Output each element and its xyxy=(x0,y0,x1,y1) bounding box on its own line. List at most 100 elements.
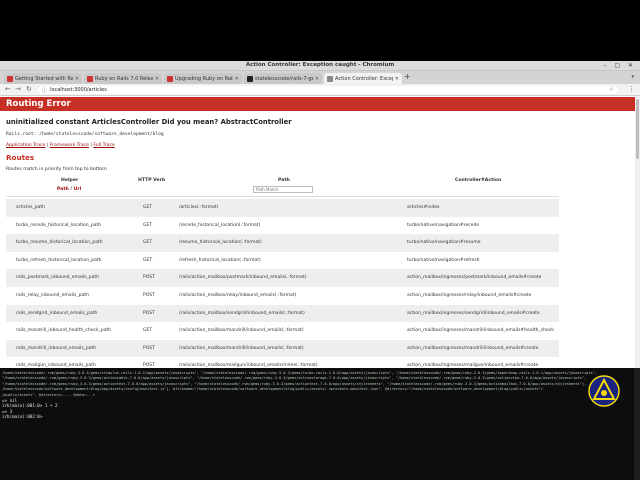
page-scrollbar[interactable] xyxy=(635,96,640,368)
route-action: action_mailbox/ingresses/mandrill/inboun… xyxy=(407,328,554,334)
tab-label: Ruby on Rails 7.0 Release xyxy=(95,75,153,82)
route-helper: articles_path xyxy=(16,205,45,210)
route-action: turbo/native/navigation#recede xyxy=(407,222,480,228)
framework-trace-link[interactable]: Framework Trace xyxy=(50,143,89,148)
column-header-helper: Helper xyxy=(61,178,79,183)
trace-links: Application Trace | Framework Trace | Fu… xyxy=(6,143,115,148)
route-action: articles#index xyxy=(407,205,440,210)
table-header: Helper HTTP Verb Path Controller#Action xyxy=(6,177,559,186)
route-helper: rails_postmark_inbound_emails_path xyxy=(16,275,100,281)
route-action: action_mailbox/ingresses/sendgrid/inboun… xyxy=(407,310,540,316)
route-path: /recede_historical_location(.:format) xyxy=(179,222,261,228)
scrollbar-thumb[interactable] xyxy=(636,99,639,159)
route-path: /rails/action_mailbox/mandrill/inbound_e… xyxy=(179,328,304,334)
back-icon[interactable]: ← xyxy=(5,85,11,93)
tab-label: Action Controller: Exception xyxy=(335,75,393,82)
browser-tab[interactable]: statelesscode/rails-7-getting✕ xyxy=(244,73,322,84)
route-helper: turbo_recede_historical_location_path xyxy=(16,222,102,228)
path-filter-input[interactable] xyxy=(253,186,313,193)
tab-label: Upgrading Ruby on Rails xyxy=(175,75,233,82)
route-helper: rails_mandrill_inbound_emails_path xyxy=(16,345,97,351)
browser-tab[interactable]: Action Controller: Exception✕ xyxy=(324,73,402,84)
route-helper: turbo_refresh_historical_location_path xyxy=(16,257,102,263)
route-helper: rails_mandrill_inbound_health_check_path xyxy=(16,328,112,334)
url-text[interactable]: localhost:3000/articles xyxy=(50,87,107,93)
route-verb: GET xyxy=(143,222,153,228)
full-trace-link[interactable]: Full Trace xyxy=(93,143,115,148)
bookmark-star-icon[interactable]: ☆ xyxy=(609,86,614,93)
window-controls[interactable]: – ▢ ✕ xyxy=(603,62,636,69)
route-action: action_mailbox/ingresses/postmark/inboun… xyxy=(407,275,542,281)
exception-message: uninitialized constant ArticlesControlle… xyxy=(6,118,292,126)
tab-close-icon[interactable]: ✕ xyxy=(235,76,239,82)
site-info-icon[interactable]: ⓘ xyxy=(42,87,47,94)
url-toggle-link[interactable]: Url xyxy=(74,187,82,192)
browser-tab[interactable]: Getting Started with Rails✕ xyxy=(4,73,82,84)
address-bar[interactable]: ⓘ localhost:3000/articles ☆ xyxy=(38,86,618,94)
table-row: rails_mailgun_inbound_emails_path POST/ra… xyxy=(6,357,559,368)
column-header-verb: HTTP Verb xyxy=(138,178,166,183)
forward-icon[interactable]: → xyxy=(15,85,21,93)
route-action: turbo/native/navigation#resume xyxy=(407,240,481,246)
ruby-logo-icon xyxy=(588,375,620,407)
route-helper: rails_sendgrid_inbound_emails_path xyxy=(16,310,98,316)
terminal-line: /home/statelesscode/software_development… xyxy=(2,387,543,392)
reload-icon[interactable]: ↻ xyxy=(26,85,32,93)
terminal-output: /home/statelesscode/.rvm/gems/ruby-3.0.3… xyxy=(2,371,602,420)
route-verb: POST xyxy=(143,292,155,298)
browser-toolbar: ← → ↻ ⓘ localhost:3000/articles ☆ ⋮ xyxy=(0,84,640,96)
tab-label: statelesscode/rails-7-getting xyxy=(255,75,313,82)
terminal-line: irb(main):002:0> xyxy=(2,414,43,420)
route-verb: GET xyxy=(143,328,153,334)
helper-toggle: Path / Url xyxy=(57,187,81,192)
route-verb: POST xyxy=(143,310,155,316)
table-row: rails_relay_inbound_emails_path POST/rail… xyxy=(6,287,559,305)
new-tab-button[interactable]: + xyxy=(404,73,411,81)
window-title: Action Controller: Exception caught - Ch… xyxy=(245,62,395,68)
routes-heading: Routes xyxy=(6,153,35,162)
rails-root: Rails.root: /home/statelesscode/software… xyxy=(6,132,164,137)
error-header: Routing Error xyxy=(0,97,635,111)
route-path: /rails/action_mailbox/sendgrid/inbound_e… xyxy=(179,310,305,316)
route-verb: GET xyxy=(143,205,153,210)
table-row: turbo_resume_historical_location_path GET… xyxy=(6,234,559,252)
tab-search-icon[interactable]: ▾ xyxy=(631,74,634,80)
tab-close-icon[interactable]: ✕ xyxy=(75,76,79,82)
tab-close-icon[interactable]: ✕ xyxy=(395,76,399,82)
application-trace-link[interactable]: Application Trace xyxy=(6,143,45,148)
tab-favicon-icon xyxy=(7,75,13,82)
route-path: /articles(.:format) xyxy=(179,205,219,210)
route-action: action_mailbox/ingresses/mandrill/inboun… xyxy=(407,345,539,351)
browser-tab[interactable]: Ruby on Rails 7.0 Release✕ xyxy=(84,73,162,84)
terminal-panel[interactable]: /home/statelesscode/.rvm/gems/ruby-3.0.3… xyxy=(0,368,640,480)
tab-favicon-icon xyxy=(327,75,333,82)
route-rows: articles_path GET/articles(.:format) artic… xyxy=(6,199,559,368)
route-action: turbo/native/navigation#refresh xyxy=(407,257,480,263)
column-header-path: Path xyxy=(278,178,290,183)
route-path: /resume_historical_location(.:format) xyxy=(179,240,262,246)
routes-note: Routes match in priority from top to bot… xyxy=(6,167,107,172)
tab-favicon-icon xyxy=(247,75,253,82)
route-verb: POST xyxy=(143,345,155,351)
route-path: /rails/action_mailbox/postmark/inbound_e… xyxy=(179,275,307,281)
routes-table: Helper HTTP Verb Path Controller#Action … xyxy=(6,177,559,368)
route-helper: rails_relay_inbound_emails_path xyxy=(16,292,89,298)
tab-favicon-icon xyxy=(87,75,93,82)
table-row: turbo_refresh_historical_location_path GE… xyxy=(6,252,559,270)
route-verb: GET xyxy=(143,257,153,263)
table-row: rails_mandrill_inbound_emails_path POST/r… xyxy=(6,339,559,358)
tab-close-icon[interactable]: ✕ xyxy=(155,76,159,82)
tab-close-icon[interactable]: ✕ xyxy=(315,76,319,82)
table-row: rails_postmark_inbound_emails_path POST/r… xyxy=(6,269,559,287)
route-verb: GET xyxy=(143,240,153,246)
page-title: Routing Error xyxy=(6,99,71,109)
browser-tab[interactable]: Upgrading Ruby on Rails ✕ xyxy=(164,73,242,84)
page-viewport: Routing Error uninitialized constant Art… xyxy=(0,96,640,368)
path-toggle-link[interactable]: Path xyxy=(57,187,69,192)
table-row: rails_mandrill_inbound_health_check_path… xyxy=(6,322,559,340)
filter-row: Path / Url xyxy=(6,186,559,196)
route-path: /refresh_historical_location(.:format) xyxy=(179,257,261,263)
route-path: /rails/action_mailbox/mandrill/inbound_e… xyxy=(179,345,304,351)
browser-menu-icon[interactable]: ⋮ xyxy=(628,85,635,93)
terminal-scrollbar[interactable] xyxy=(634,368,640,480)
